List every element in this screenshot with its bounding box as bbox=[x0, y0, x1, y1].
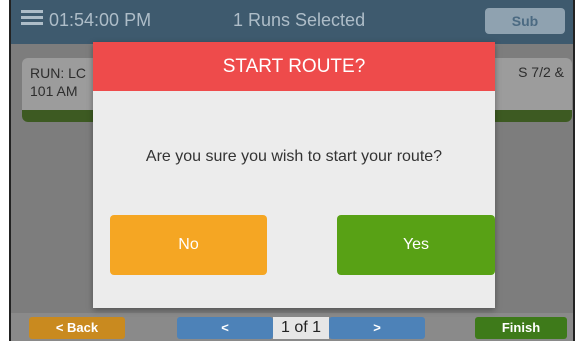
run-card-right-text: S 7/2 & bbox=[518, 64, 564, 80]
sub-button[interactable]: Sub bbox=[485, 8, 565, 34]
page: 01:54:00 PM 1 Runs Selected Sub RUN: LC … bbox=[0, 0, 580, 341]
clock-display: 01:54:00 PM bbox=[49, 10, 152, 30]
start-route-dialog: START ROUTE? Are you sure you wish to st… bbox=[93, 42, 495, 308]
top-bar: 01:54:00 PM 1 Runs Selected Sub bbox=[11, 0, 573, 44]
bottom-bar: < Back < 1 of 1 > Finish bbox=[11, 313, 573, 341]
dialog-title: START ROUTE? bbox=[93, 42, 495, 91]
app-frame: 01:54:00 PM 1 Runs Selected Sub RUN: LC … bbox=[9, 0, 575, 341]
next-page-button[interactable]: > bbox=[329, 317, 425, 339]
hamburger-menu-icon[interactable] bbox=[21, 10, 43, 26]
back-button[interactable]: < Back bbox=[29, 317, 125, 339]
no-button[interactable]: No bbox=[110, 215, 267, 275]
page-indicator: 1 of 1 bbox=[273, 317, 329, 339]
runs-selected-label: 1 Runs Selected bbox=[233, 10, 366, 30]
yes-button[interactable]: Yes bbox=[337, 215, 495, 275]
previous-page-button[interactable]: < bbox=[177, 317, 273, 339]
finish-button[interactable]: Finish bbox=[475, 317, 567, 339]
dialog-message: Are you sure you wish to start your rout… bbox=[145, 148, 443, 165]
